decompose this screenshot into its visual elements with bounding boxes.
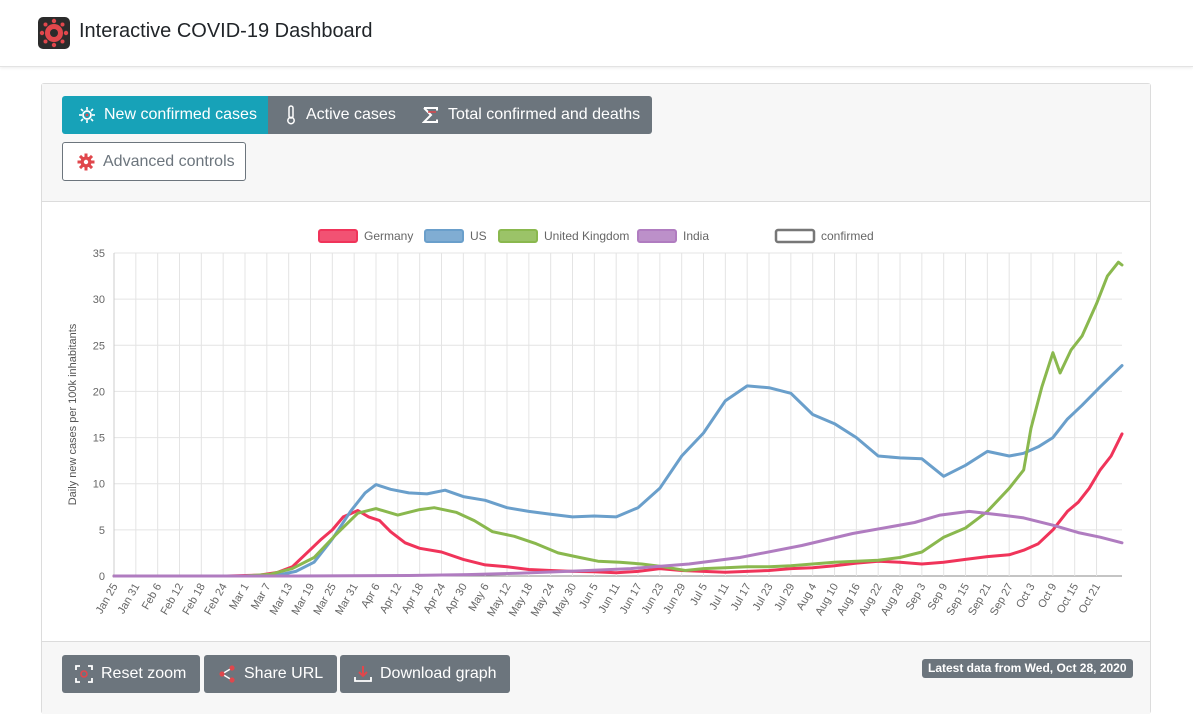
reset-zoom-button[interactable]: Reset zoom [62, 655, 200, 693]
y-tick-label: 35 [93, 248, 105, 260]
x-tick-label: Sep 3 [904, 582, 929, 613]
y-tick-label: 10 [93, 479, 105, 491]
download-graph-label: Download graph [380, 665, 497, 682]
tab-new-confirmed-cases[interactable]: New confirmed cases [62, 96, 268, 134]
series-line-us [112, 364, 1124, 578]
chart-footer: Reset zoom Share URL Download graph Late… [42, 641, 1150, 714]
dashboard-card: New confirmed cases Active cases Total c… [41, 83, 1151, 714]
legend-swatch [774, 228, 816, 244]
y-tick-label: 0 [99, 571, 105, 583]
y-axis-label: Daily new cases per 100k inhabitants [67, 323, 79, 505]
x-tick-label: Jan 31 [116, 582, 143, 617]
x-tick-label: Apr 30 [443, 582, 470, 616]
gear-icon [77, 153, 95, 171]
x-tick-label: Mar 1 [227, 582, 251, 612]
reset-zoom-icon [75, 665, 93, 683]
x-tick-label: Jul 5 [688, 582, 710, 608]
thermometer-icon [284, 105, 298, 125]
advanced-controls-label: Advanced controls [103, 152, 235, 170]
sigma-icon [422, 106, 440, 124]
x-tick-label: Jul 23 [751, 582, 776, 613]
legend-label: US [470, 229, 487, 243]
navbar: Interactive COVID-19 Dashboard [0, 0, 1193, 67]
share-url-button[interactable]: Share URL [204, 655, 337, 693]
advanced-controls-button[interactable]: Advanced controls [62, 142, 246, 181]
series-line-germany [112, 432, 1124, 578]
x-tick-label: Oct 21 [1077, 582, 1104, 616]
x-tick-label: Jun 29 [661, 582, 688, 617]
new-cases-chart[interactable]: 05101520253035Jan 25Jan 31Feb 6Feb 12Feb… [42, 210, 1148, 640]
series-line-india [112, 509, 1124, 578]
tab-total-confirmed-and-deaths[interactable]: Total confirmed and deaths [409, 96, 652, 134]
virus-icon [78, 106, 96, 124]
x-tick-label: Jul 29 [772, 582, 797, 613]
legend-label: Germany [364, 229, 413, 243]
legend-label: United Kingdom [544, 229, 629, 243]
tab-label: New confirmed cases [104, 106, 257, 123]
x-tick-label: Oct 3 [1014, 582, 1038, 611]
y-tick-label: 15 [93, 433, 105, 445]
tab-label: Total confirmed and deaths [448, 106, 641, 123]
series-line-united-kingdom [112, 260, 1124, 578]
tab-active-cases[interactable]: Active cases [268, 96, 409, 134]
legend-swatch [498, 229, 538, 243]
share-url-label: Share URL [244, 665, 324, 682]
y-tick-label: 5 [99, 525, 105, 537]
legend-swatch [318, 229, 358, 243]
x-tick-label: Jul 17 [729, 582, 754, 613]
latest-data-badge: Latest data from Wed, Oct 28, 2020 [922, 659, 1133, 678]
y-tick-label: 25 [93, 340, 105, 352]
y-tick-label: 30 [93, 294, 105, 306]
legend-label: confirmed [821, 229, 874, 243]
legend-swatch [424, 229, 464, 243]
tab-label: Active cases [306, 106, 396, 123]
controls-header: New confirmed cases Active cases Total c… [42, 84, 1150, 202]
share-icon [218, 665, 236, 683]
app-title: Interactive COVID-19 Dashboard [79, 20, 373, 42]
legend-swatch [637, 229, 677, 243]
reset-zoom-label: Reset zoom [101, 665, 187, 682]
download-graph-button[interactable]: Download graph [340, 655, 510, 693]
y-tick-label: 20 [93, 386, 105, 398]
legend-label: India [683, 229, 709, 243]
download-icon [354, 665, 372, 683]
virus-logo-icon [38, 17, 70, 49]
